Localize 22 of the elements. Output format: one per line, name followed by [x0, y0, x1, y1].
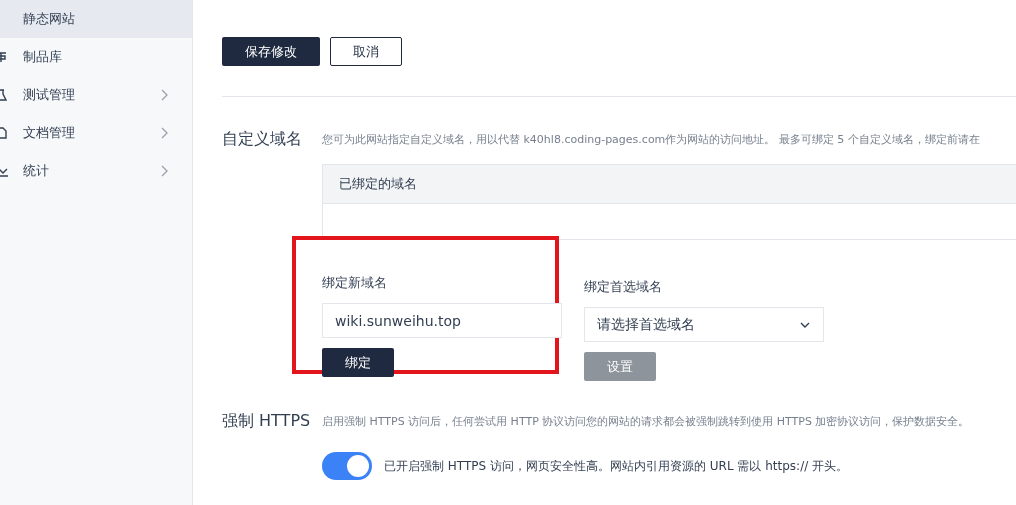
section-title: 自定义域名 — [222, 129, 303, 150]
field-label: 绑定首选域名 — [584, 278, 663, 296]
domain-select[interactable]: 请选择首选域名 — [584, 307, 824, 342]
chevron-down-icon — [799, 320, 811, 329]
column-header: 已绑定的域名 — [339, 175, 417, 193]
bind-button[interactable]: 绑定 — [322, 348, 394, 377]
sidebar-item[interactable]: 统计 — [0, 152, 192, 190]
cancel-button[interactable]: 取消 — [330, 37, 402, 66]
flask-icon — [0, 89, 8, 101]
sidebar-item[interactable]: 文档管理 — [0, 114, 192, 152]
section-description: 您可为此网站指定自定义域名，用以代替 k40hl8.coding-pages.com作为网站的访问地址。 最多可绑定 5 个自定义域名，绑定前请在 — [322, 132, 980, 147]
sidebar-item[interactable]: 测试管理 — [0, 76, 192, 114]
document-icon — [0, 127, 8, 139]
domain-input-field[interactable]: wiki.sunweihu.top — [322, 303, 562, 338]
section-title: 强制 HTTPS — [222, 411, 312, 432]
save-button[interactable]: 保存修改 — [222, 37, 320, 66]
sidebar-item[interactable]: 静态网站 — [0, 0, 192, 38]
field-label: 绑定新域名 — [322, 274, 388, 292]
https-toggle[interactable] — [322, 452, 372, 480]
status-text: 已开启强制 HTTPS 访问，网页安全性高。网站内引用资源的 URL 需以 https:// 开头。 — [384, 457, 849, 475]
sidebar-item[interactable]: 制品库 — [0, 38, 192, 76]
section-description: 启用强制 HTTPS 访问后，任何尝试用 HTTP 协议访问您的网站的请求都会被强制跳转到使用 HTTPS 加密协议访问，保护数据安全。 — [322, 414, 970, 429]
